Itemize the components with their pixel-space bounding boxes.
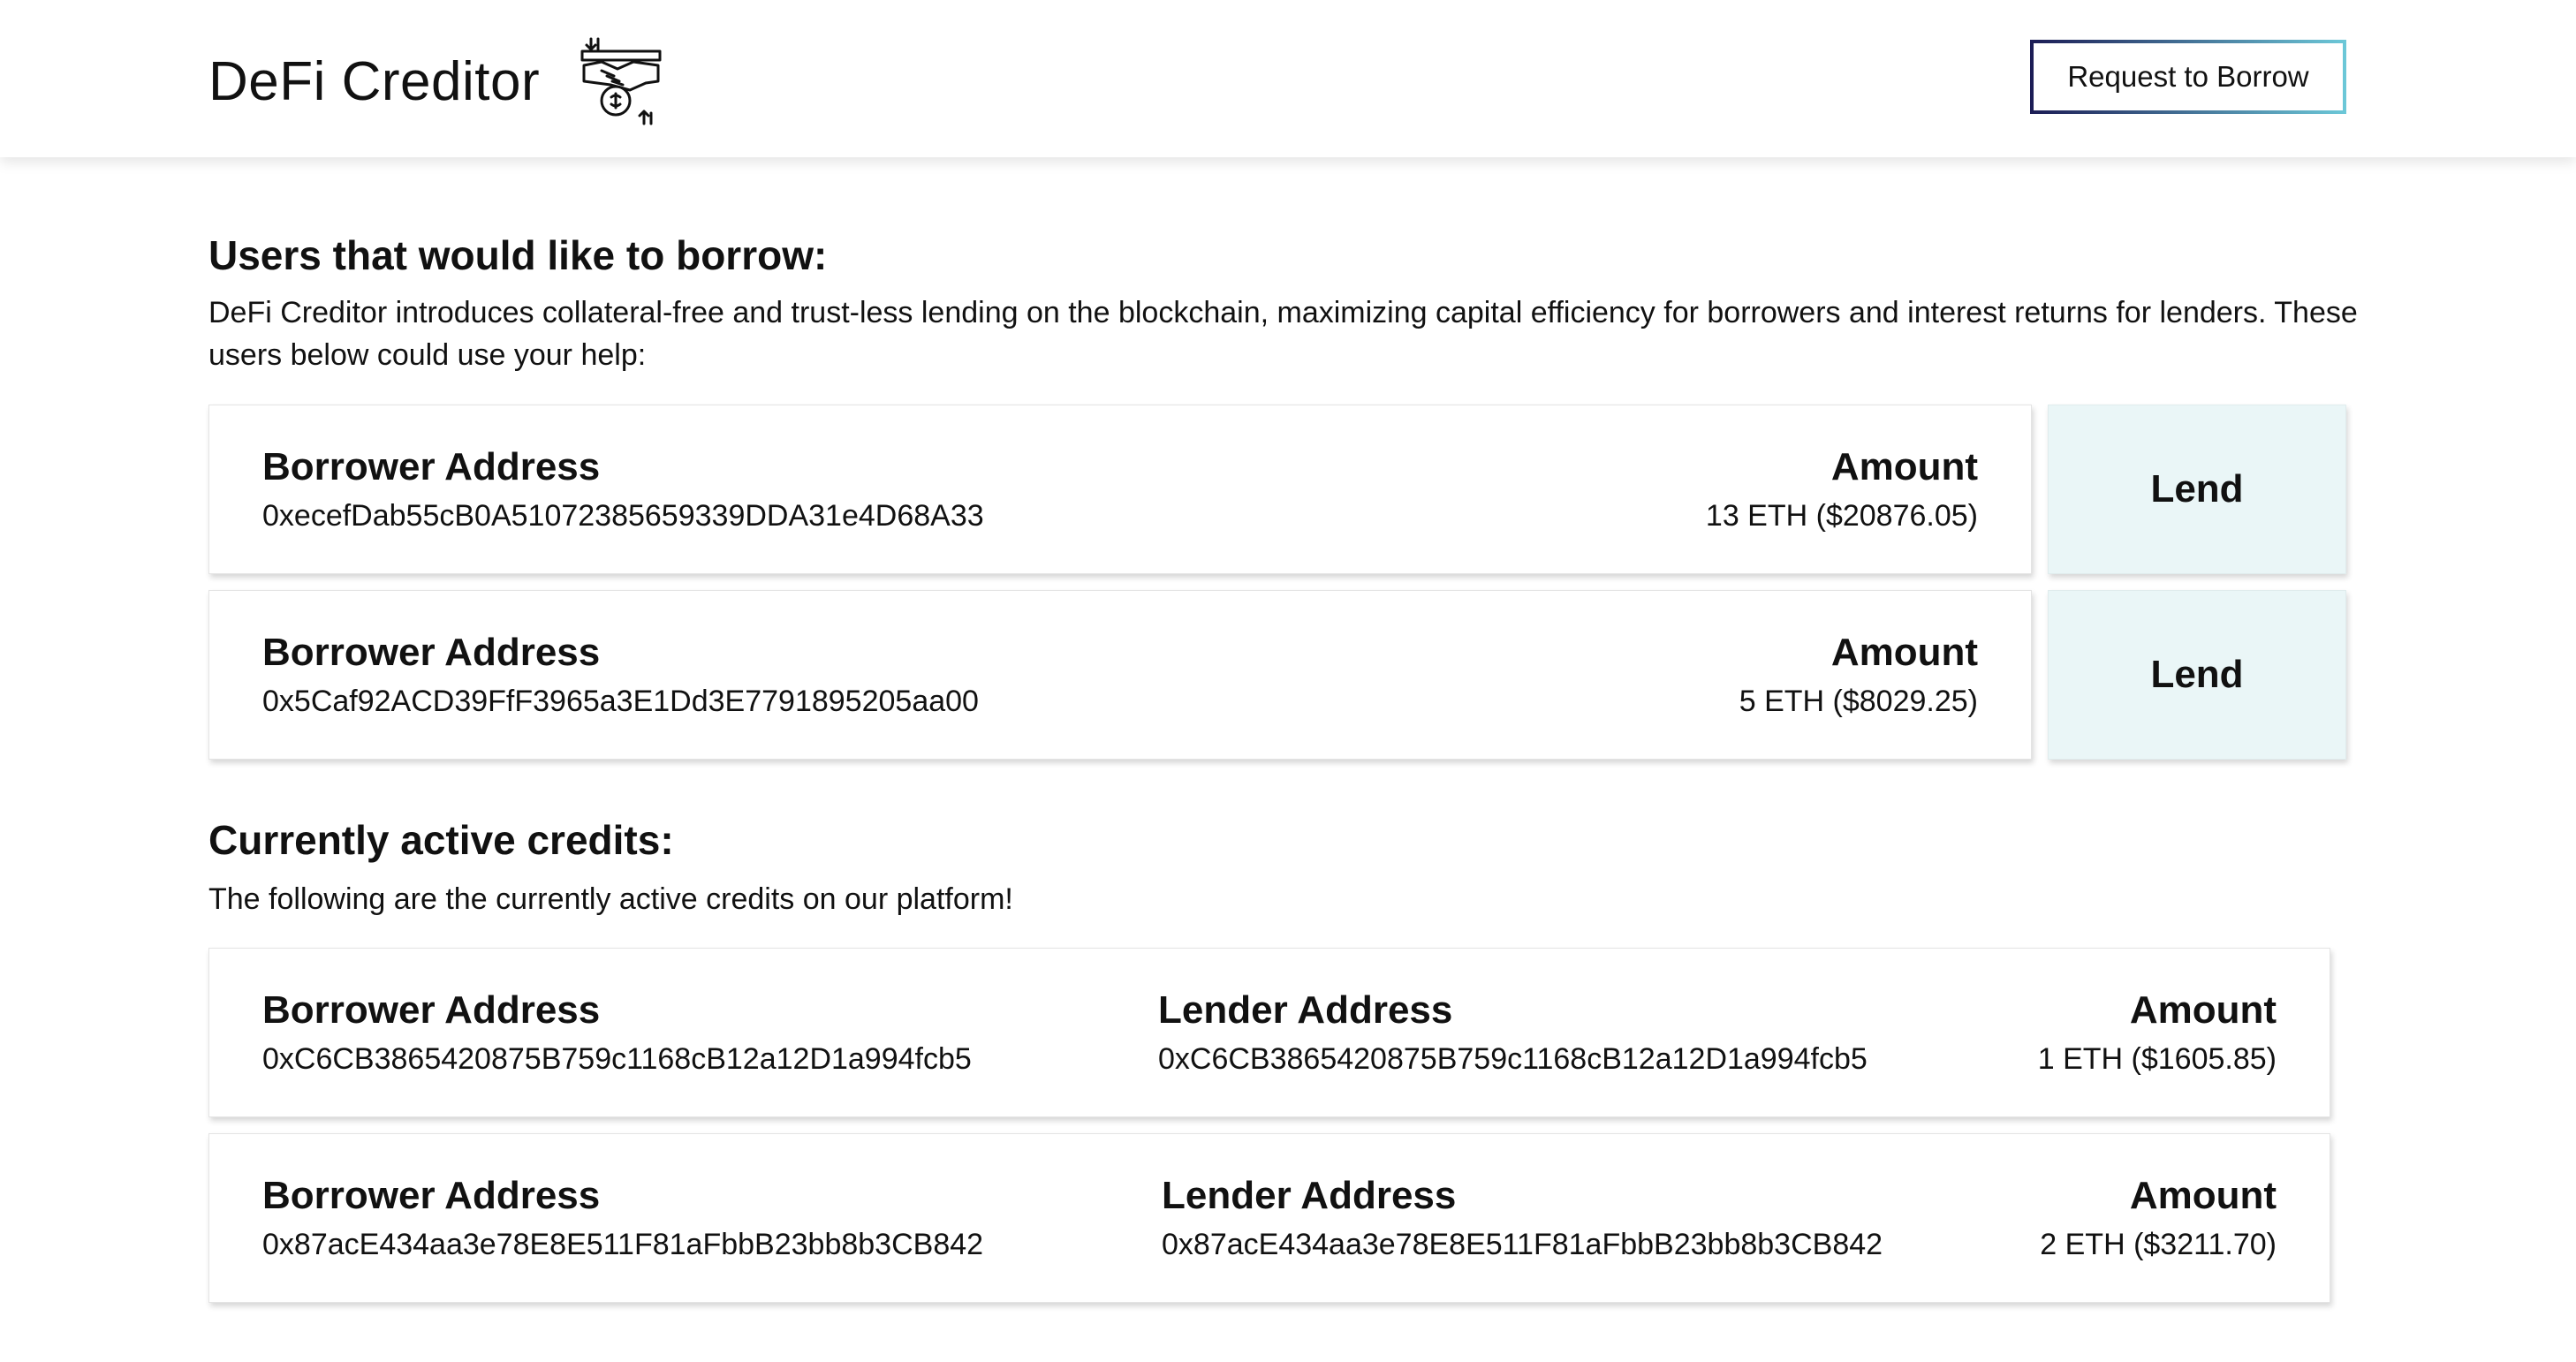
amount-value: 1 ETH ($1605.85) [2037,1042,2277,1076]
amount-value: 5 ETH ($8029.25) [1739,685,1978,718]
borrow-section-description: DeFi Creditor introduces collateral-free… [208,296,2358,372]
lend-button[interactable]: Lend [2048,405,2346,574]
amount-field: Amount 5 ETH ($8029.25) [1739,628,1978,722]
borrower-field: Borrower Address 0x87acE434aa3e78E8E511F… [262,1171,983,1265]
borrow-section-title: Users that would like to borrow: [208,232,828,278]
amount-label: Amount [1830,631,1978,674]
active-credit-card: Borrower Address 0x87acE434aa3e78E8E511F… [208,1133,2330,1303]
borrower-address-label: Borrower Address [262,1174,601,1217]
amount-field: Amount 2 ETH ($3211.70) [2040,1171,2277,1265]
amount-label: Amount [2129,1174,2277,1217]
lender-field: Lender Address 0xC6CB3865420875B759c1168… [1158,986,1868,1079]
borrower-address-value: 0x87acE434aa3e78E8E511F81aFbbB23bb8b3CB8… [262,1228,984,1261]
lender-address-label: Lender Address [1158,988,1453,1032]
lender-address-value: 0x87acE434aa3e78E8E511F81aFbbB23bb8b3CB8… [1162,1228,1883,1261]
borrower-address-value: 0x5Caf92ACD39FfF3965a3E1Dd3E7791895205aa… [262,685,979,718]
borrower-address-label: Borrower Address [262,445,601,488]
amount-label: Amount [2129,988,2277,1032]
amount-value: 13 ETH ($20876.05) [1705,499,1978,533]
active-credits-description: The following are the currently active c… [208,882,1013,916]
borrower-address-value: 0xC6CB3865420875B759c1168cB12a12D1a994fc… [262,1042,972,1076]
brand: DeFi Creditor [208,35,667,127]
borrower-address-label: Borrower Address [262,631,601,674]
lender-address-label: Lender Address [1162,1174,1457,1217]
borrower-address-value: 0xecefDab55cB0A51072385659339DDA31e4D68A… [262,499,984,533]
lender-address-value: 0xC6CB3865420875B759c1168cB12a12D1a994fc… [1158,1042,1868,1076]
borrower-field: Borrower Address 0xC6CB3865420875B759c11… [262,986,972,1079]
amount-label: Amount [1830,445,1978,488]
handshake-exchange-icon [580,37,662,125]
amount-field: Amount 13 ETH ($20876.05) [1706,443,1978,536]
borrower-address-label: Borrower Address [262,988,601,1032]
borrow-request-card: Borrower Address 0xecefDab55cB0A51072385… [208,405,2032,574]
active-credits-title: Currently active credits: [208,817,674,863]
request-to-borrow-button[interactable]: Request to Borrow [2030,40,2346,114]
lend-button[interactable]: Lend [2048,590,2346,760]
top-header: DeFi Creditor Request to Borrow [0,0,2576,157]
active-credit-card: Borrower Address 0xC6CB3865420875B759c11… [208,948,2330,1117]
borrow-request-card: Borrower Address 0x5Caf92ACD39FfF3965a3E… [208,590,2032,760]
brand-title: DeFi Creditor [208,50,541,112]
borrower-field: Borrower Address 0x5Caf92ACD39FfF3965a3E… [262,628,979,722]
lender-field: Lender Address 0x87acE434aa3e78E8E511F81… [1162,1171,1883,1265]
amount-field: Amount 1 ETH ($1605.85) [2038,986,2277,1079]
borrower-field: Borrower Address 0xecefDab55cB0A51072385… [262,443,984,536]
amount-value: 2 ETH ($3211.70) [2040,1228,2277,1261]
